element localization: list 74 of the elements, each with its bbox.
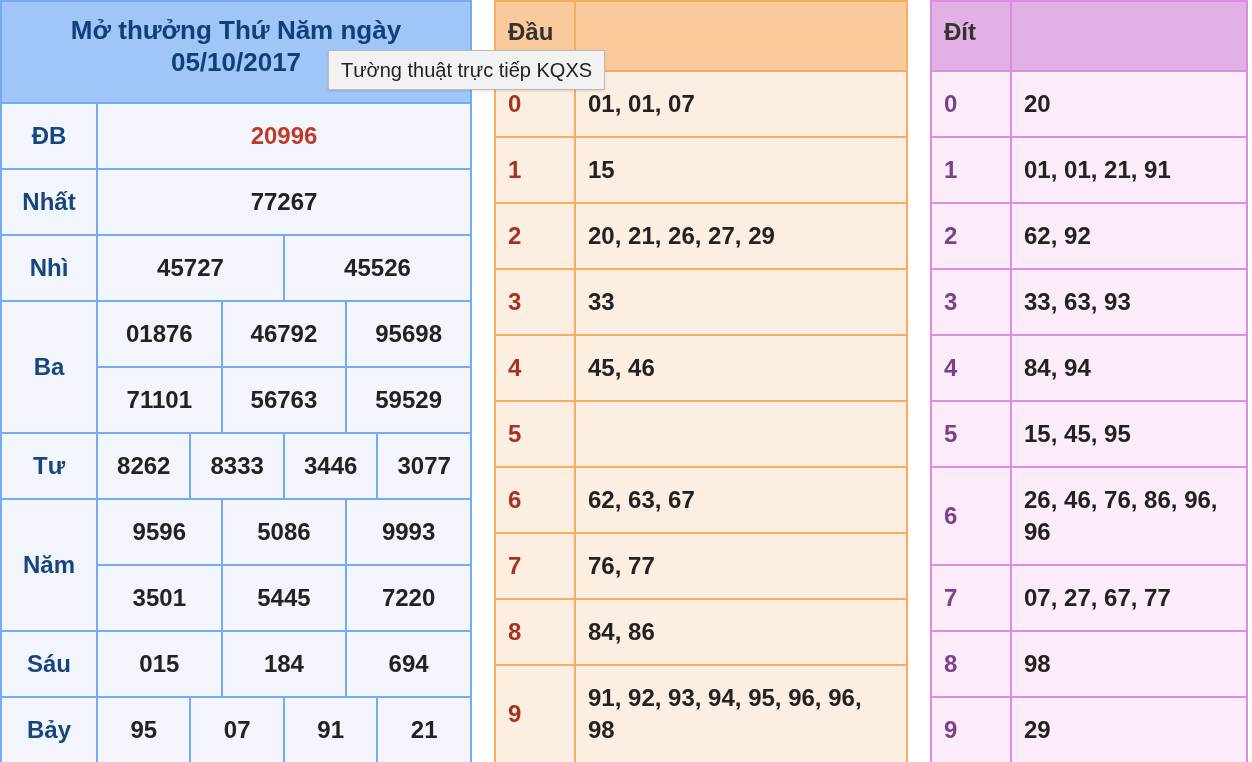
prize-number: 59529 xyxy=(346,367,471,433)
digit-cell: 2 xyxy=(931,203,1011,269)
prize-number: 20996 xyxy=(97,103,471,169)
numbers-cell: 62, 92 xyxy=(1011,203,1247,269)
prize-label: Tư xyxy=(1,433,97,499)
prize-number: 91 xyxy=(283,697,378,762)
prize-label: Sáu xyxy=(1,631,97,697)
prize-label: Ba xyxy=(1,301,97,433)
digit-cell: 1 xyxy=(931,137,1011,203)
numbers-cell: 33, 63, 93 xyxy=(1011,269,1247,335)
prize-number: 015 xyxy=(97,631,222,697)
prize-number: 07 xyxy=(190,697,284,762)
prize-number: 95 xyxy=(97,697,191,762)
numbers-cell: 01, 01, 21, 91 xyxy=(1011,137,1247,203)
digit-cell: 7 xyxy=(931,565,1011,631)
prize-number: 3077 xyxy=(377,433,471,499)
numbers-cell: 26, 46, 76, 86, 96, 96 xyxy=(1011,467,1247,565)
numbers-cell: 15, 45, 95 xyxy=(1011,401,1247,467)
prize-number: 3501 xyxy=(97,565,222,631)
prize-number: 45727 xyxy=(97,235,284,301)
prize-number: 77267 xyxy=(97,169,471,235)
prize-number: 95698 xyxy=(346,301,471,367)
numbers-cell: 15 xyxy=(575,137,907,203)
digit-cell: 4 xyxy=(495,335,575,401)
digit-cell: 6 xyxy=(495,467,575,533)
tooltip: Tường thuật trực tiếp KQXS xyxy=(328,50,606,90)
prize-label: Nhất xyxy=(1,169,97,235)
numbers-cell: 29 xyxy=(1011,697,1247,762)
numbers-cell: 84, 86 xyxy=(575,599,907,665)
prize-number: 01876 xyxy=(97,301,222,367)
prize-number: 7220 xyxy=(346,565,471,631)
numbers-cell: 98 xyxy=(1011,631,1247,697)
digit-cell: 3 xyxy=(495,269,575,335)
numbers-cell: 45, 46 xyxy=(575,335,907,401)
digit-cell: 8 xyxy=(931,631,1011,697)
numbers-cell: 20 xyxy=(1011,71,1247,137)
digit-cell: 0 xyxy=(931,71,1011,137)
numbers-cell: 33 xyxy=(575,269,907,335)
column-header: Đít xyxy=(931,1,1011,71)
numbers-cell: 07, 27, 67, 77 xyxy=(1011,565,1247,631)
prize-label: ĐB xyxy=(1,103,97,169)
digit-cell: 7 xyxy=(495,533,575,599)
prize-number: 8262 xyxy=(97,433,191,499)
prize-number: 184 xyxy=(221,631,347,697)
prize-number: 21 xyxy=(377,697,471,762)
prize-number: 9596 xyxy=(97,499,222,565)
prize-number: 8333 xyxy=(190,433,284,499)
prize-number: 56763 xyxy=(221,367,347,433)
prize-number: 46792 xyxy=(221,301,347,367)
digit-cell: 5 xyxy=(931,401,1011,467)
digit-cell: 1 xyxy=(495,137,575,203)
digit-cell: 9 xyxy=(931,697,1011,762)
digit-cell: 8 xyxy=(495,599,575,665)
numbers-cell: 62, 63, 67 xyxy=(575,467,907,533)
prize-number: 71101 xyxy=(97,367,222,433)
digit-cell: 6 xyxy=(931,467,1011,565)
numbers-cell: 84, 94 xyxy=(1011,335,1247,401)
numbers-cell: 76, 77 xyxy=(575,533,907,599)
prize-number: 9993 xyxy=(346,499,471,565)
numbers-cell: 20, 21, 26, 27, 29 xyxy=(575,203,907,269)
digit-cell: 5 xyxy=(495,401,575,467)
prize-number: 3446 xyxy=(283,433,378,499)
numbers-cell: 91, 92, 93, 94, 95, 96, 96, 98 xyxy=(575,665,907,762)
digit-cell: 3 xyxy=(931,269,1011,335)
prize-number: 5086 xyxy=(221,499,347,565)
prize-number: 694 xyxy=(346,631,471,697)
digit-cell: 2 xyxy=(495,203,575,269)
prize-number: 5445 xyxy=(221,565,347,631)
digit-cell: 4 xyxy=(931,335,1011,401)
prize-label: Nhì xyxy=(1,235,97,301)
prize-label: Bảy xyxy=(1,697,97,762)
prize-number: 45526 xyxy=(283,235,471,301)
digit-cell: 9 xyxy=(495,665,575,762)
prize-label: Năm xyxy=(1,499,97,631)
